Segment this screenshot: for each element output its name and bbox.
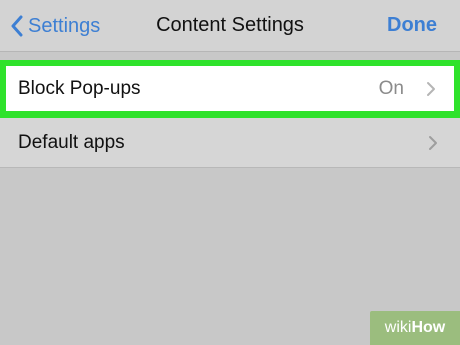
block-popups-row[interactable]: Block Pop-ups On — [6, 66, 454, 111]
navigation-bar: Settings Content Settings Done — [0, 0, 460, 52]
watermark-suffix: How — [411, 319, 446, 336]
back-button[interactable]: Settings — [10, 11, 100, 41]
block-popups-label: Block Pop-ups — [18, 77, 141, 99]
back-label: Settings — [28, 14, 101, 37]
watermark-prefix: wiki — [384, 319, 412, 336]
chevron-right-icon — [429, 135, 437, 150]
default-apps-row[interactable]: Default apps — [0, 118, 460, 168]
chevron-left-icon — [11, 15, 23, 37]
default-apps-label: Default apps — [18, 131, 125, 153]
wikihow-watermark: wiki How — [370, 311, 460, 345]
done-button[interactable]: Done — [387, 14, 437, 37]
block-popups-value: On — [378, 77, 404, 99]
chevron-right-icon — [427, 81, 435, 96]
